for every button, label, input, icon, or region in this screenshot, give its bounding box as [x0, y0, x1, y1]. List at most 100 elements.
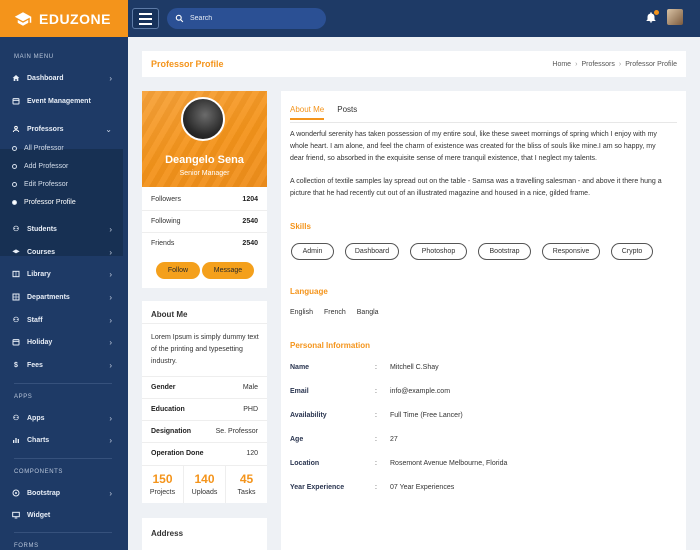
- profile-header: Deangelo Sena Senior Manager: [142, 91, 267, 187]
- sidebar-item-charts[interactable]: Charts ›: [0, 430, 128, 450]
- bar-chart-icon: [12, 436, 20, 444]
- personal-row-location: Location: Rosemont Avenue Melbourne, Flor…: [290, 459, 508, 467]
- sidebar-item-apps[interactable]: ⚇ Apps ›: [0, 408, 128, 428]
- chevron-right-icon: ›: [109, 435, 112, 445]
- tab-posts[interactable]: Posts: [337, 105, 357, 120]
- info-row-gender: Gender Male: [142, 376, 267, 398]
- skill-chip: Responsive: [542, 243, 600, 260]
- submenu-item-all-professor[interactable]: All Professor: [12, 145, 64, 152]
- about-card-description: Lorem Ipsum is simply dummy text of the …: [151, 334, 259, 365]
- chevron-right-icon: ›: [109, 337, 112, 347]
- sidebar-item-departments[interactable]: Departments ›: [0, 287, 128, 307]
- sidebar-item-students[interactable]: ⚇ Students ›: [0, 219, 128, 239]
- sidebar-item-event-management[interactable]: Event Management: [0, 91, 128, 111]
- profile-details-panel: About Me Posts A wonderful serenity has …: [281, 91, 686, 550]
- info-row-education: Education PHD: [142, 398, 267, 420]
- submenu-item-professor-profile[interactable]: Professor Profile: [12, 199, 76, 206]
- sidebar-item-library[interactable]: Library ›: [0, 264, 128, 284]
- dollar-icon: $: [14, 361, 18, 369]
- chevron-down-icon: ⌄: [105, 124, 112, 134]
- forms-label: FORMS: [14, 543, 39, 549]
- profile-card: Deangelo Sena Senior Manager Followers 12…: [142, 91, 267, 288]
- graduation-cap-icon: [12, 248, 20, 256]
- personal-row-age: Age:27: [290, 435, 398, 443]
- building-icon: [12, 293, 20, 301]
- address-card-title: Address: [151, 529, 184, 538]
- sidebar-item-dashboard[interactable]: Dashboard ›: [0, 68, 128, 88]
- counts-row: 150 Projects 140 Uploads 45 Tasks: [142, 465, 267, 503]
- chevron-right-icon: ›: [109, 73, 112, 83]
- breadcrumb-current: Professor Profile: [625, 60, 677, 68]
- users-icon: ⚇: [12, 415, 20, 422]
- about-card: About Me Lorem Ipsum is simply dummy tex…: [142, 301, 267, 503]
- sidebar-item-courses[interactable]: Courses ›: [0, 242, 128, 262]
- chevron-right-icon: ›: [109, 247, 112, 257]
- calendar-icon: [12, 338, 20, 346]
- stat-followers: Followers 1204: [151, 195, 258, 203]
- skill-chip: Dashboard: [345, 243, 399, 260]
- language-title: Language: [290, 287, 328, 296]
- sidebar-item-holiday[interactable]: Holiday ›: [0, 332, 128, 352]
- user-avatar[interactable]: [667, 9, 683, 25]
- sidebar-item-professors[interactable]: Professors ⌄: [0, 119, 128, 139]
- brand[interactable]: EDUZONE: [0, 0, 128, 37]
- language-item: French: [323, 309, 346, 316]
- personal-info-title: Personal Information: [290, 341, 371, 350]
- language-item: English: [290, 309, 313, 316]
- breadcrumb-home[interactable]: Home: [552, 61, 571, 68]
- sidebar-item-widget[interactable]: Widget: [0, 505, 128, 525]
- chevron-right-icon: ›: [109, 315, 112, 325]
- chevron-right-icon: ›: [109, 269, 112, 279]
- skill-chip: Bootstrap: [478, 243, 531, 260]
- main-menu-label: MAIN MENU: [14, 54, 54, 60]
- home-icon: [12, 74, 20, 82]
- chevron-right-icon: ›: [109, 413, 112, 423]
- search-input[interactable]: [190, 15, 310, 22]
- profile-name: Deangelo Sena: [165, 154, 244, 166]
- skill-chip: Crypto: [611, 243, 653, 260]
- chevron-right-icon: ›: [109, 224, 112, 234]
- personal-row-name: Name: Mitchell C.Shay: [290, 363, 439, 371]
- count-projects: 150 Projects: [142, 466, 184, 503]
- top-bar: EDUZONE: [0, 0, 700, 37]
- skills-title: Skills: [290, 222, 311, 231]
- users-icon: ⚇: [12, 226, 20, 233]
- breadcrumb: Home › Professors › Professor Profile: [552, 61, 677, 68]
- tab-about-me[interactable]: About Me: [290, 105, 325, 120]
- profile-role: Senior Manager: [179, 170, 230, 177]
- user-icon: [12, 125, 20, 133]
- notifications-button[interactable]: [645, 10, 659, 25]
- notification-badge: [654, 10, 659, 15]
- search-icon: [175, 14, 184, 23]
- monitor-icon: [12, 511, 20, 519]
- skill-chip: Admin: [291, 243, 334, 260]
- count-uploads: 140 Uploads: [184, 466, 226, 503]
- info-row-operation-done: Operation Done 120: [142, 442, 267, 464]
- follow-button[interactable]: Follow: [156, 262, 200, 279]
- skills-list: Admin Dashboard Photoshop Bootstrap Resp…: [291, 243, 664, 260]
- brand-name: EDUZONE: [39, 10, 111, 27]
- hamburger-icon: [139, 12, 152, 15]
- breadcrumb-professors[interactable]: Professors: [581, 61, 614, 68]
- count-tasks: 45 Tasks: [237, 472, 256, 496]
- book-icon: [12, 270, 20, 278]
- message-button[interactable]: Message: [202, 262, 254, 279]
- chevron-right-icon: ›: [109, 488, 112, 498]
- submenu-item-add-professor[interactable]: Add Professor: [12, 163, 68, 170]
- language-item: Bangla: [356, 309, 379, 316]
- personal-row-experience: Year Experience:07 Year Experiences: [290, 483, 455, 491]
- sidebar-item-fees[interactable]: $ Fees ›: [0, 355, 128, 375]
- users-icon: ⚇: [12, 317, 20, 324]
- menu-toggle-button[interactable]: [132, 8, 159, 29]
- calendar-icon: [12, 97, 20, 105]
- stat-following: Following 2540: [142, 210, 267, 232]
- submenu-item-edit-professor[interactable]: Edit Professor: [12, 181, 68, 188]
- search-bar[interactable]: [167, 8, 326, 29]
- chevron-right-icon: ›: [618, 60, 622, 68]
- about-card-title: About Me: [151, 310, 188, 319]
- stat-friends: Friends 2540: [142, 232, 267, 254]
- sidebar-item-bootstrap[interactable]: Bootstrap ›: [0, 483, 128, 503]
- compass-icon: [12, 489, 20, 497]
- sidebar-item-staff[interactable]: ⚇ Staff ›: [0, 310, 128, 330]
- profile-photo: [181, 97, 225, 141]
